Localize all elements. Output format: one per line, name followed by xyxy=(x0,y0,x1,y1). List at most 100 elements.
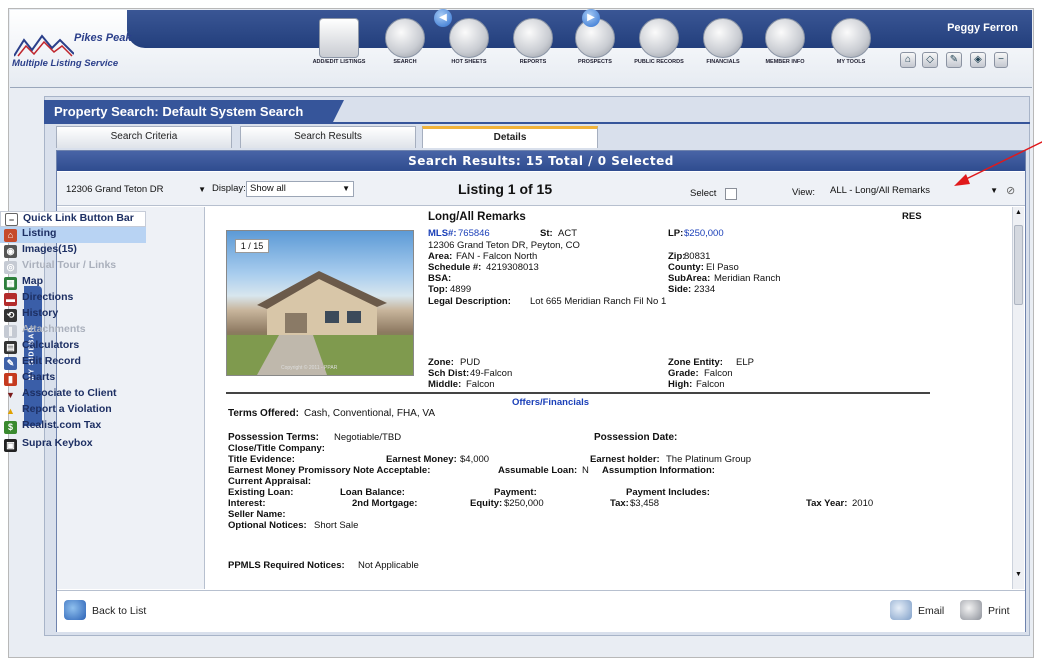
address-select[interactable]: 12306 Grand Teton DR ▼ xyxy=(62,182,210,198)
zip-value: 80831 xyxy=(684,251,711,262)
listing-counter: Listing 1 of 15 xyxy=(458,181,553,197)
detail-scrollbar[interactable]: ▲ ▼ xyxy=(1012,207,1024,589)
display-select[interactable]: Show all ▼ xyxy=(246,181,354,197)
area-label: Area: xyxy=(428,251,453,262)
schedule-value: 4219308013 xyxy=(486,262,539,273)
lp-value: $250,000 xyxy=(684,228,724,239)
terms-label: Terms Offered: xyxy=(228,408,299,419)
email-button[interactable]: Email xyxy=(890,600,944,620)
menu-realist-tax[interactable]: $ Realist.com Tax xyxy=(4,419,101,435)
menu-report-violation[interactable]: ▲ Report a Violation xyxy=(4,403,112,419)
pikes-peak-logo[interactable]: Pikes Peak Multiple Listing Service xyxy=(12,28,162,80)
chart-icon: ▮ xyxy=(4,373,17,386)
back-to-list-button[interactable]: Back to List xyxy=(64,600,146,620)
tax-value: $3,458 xyxy=(630,498,660,509)
home-icon[interactable]: ⌂ xyxy=(900,52,916,68)
tax-label: Tax: xyxy=(610,498,629,509)
zip-label: Zip: xyxy=(668,251,686,262)
earnest-money-value: $4,000 xyxy=(460,454,490,465)
title-evidence-label: Title Evidence: xyxy=(228,454,295,465)
scroll-up-icon[interactable]: ▲ xyxy=(1015,209,1022,216)
minimize-icon[interactable]: − xyxy=(994,52,1008,68)
car-icon: ▬ xyxy=(4,293,17,306)
results-header: Search Results: 15 Total / 0 Selected xyxy=(57,151,1025,171)
middle-label: Middle: xyxy=(428,379,462,390)
bsa-label: BSA: xyxy=(428,273,452,284)
menu-quick-link-button-bar[interactable]: − Quick Link Button Bar xyxy=(0,211,146,227)
print-button[interactable]: Print xyxy=(960,600,1010,620)
grade-value: Falcon xyxy=(704,368,733,379)
current-appraisal-label: Current Appraisal: xyxy=(228,476,312,487)
legal-value: Lot 665 Meridian Ranch Fil No 1 xyxy=(530,296,667,307)
mls-number[interactable]: 765846 xyxy=(458,228,490,239)
property-type: RES xyxy=(902,211,922,222)
subarea-value: Meridian Ranch xyxy=(714,273,781,284)
status-label: St: xyxy=(540,228,553,239)
zone-label: Zone: xyxy=(428,357,454,368)
scroll-down-icon[interactable]: ▼ xyxy=(1015,571,1022,578)
menu-attachments: ∥ Attachments xyxy=(4,323,86,339)
high-value: Falcon xyxy=(696,379,725,390)
tab-details[interactable]: Details xyxy=(422,126,598,148)
tool-search[interactable]: SEARCH xyxy=(372,18,438,65)
menu-map[interactable]: ▦ Map xyxy=(4,275,43,291)
camera-icon: ◉ xyxy=(4,245,17,258)
minus-icon: − xyxy=(5,213,18,226)
area-value: FAN - Falcon North xyxy=(456,251,538,262)
tool-my-tools[interactable]: MY TOOLS xyxy=(818,18,884,65)
zone-entity-label: Zone Entity: xyxy=(668,357,723,368)
chevron-down-icon: ▼ xyxy=(342,184,350,193)
earnest-money-label: Earnest Money: xyxy=(386,454,457,465)
tool-public-records[interactable]: PUBLIC RECORDS xyxy=(626,18,692,65)
listing-photo[interactable]: 1 / 15 Copyright © 2011 - PPAR xyxy=(226,230,414,376)
zone-entity-value: ELP xyxy=(736,357,754,368)
offers-financials-link[interactable]: Offers/Financials xyxy=(512,397,589,408)
scroll-thumb[interactable] xyxy=(1014,225,1023,305)
tab-search-results[interactable]: Search Results xyxy=(240,126,416,148)
optional-notices-label: Optional Notices: xyxy=(228,520,307,531)
menu-listing[interactable]: ⌂ Listing xyxy=(0,227,146,243)
menu-images[interactable]: ◉ Images(15) xyxy=(4,243,77,259)
tab-search-criteria[interactable]: Search Criteria xyxy=(56,126,232,148)
status-value: ACT xyxy=(558,228,577,239)
view-label: View: xyxy=(792,187,816,198)
next-listing-button[interactable]: ▶ xyxy=(582,9,600,27)
printer-icon xyxy=(960,600,982,620)
top-label: Top: xyxy=(428,284,448,295)
schedule-label: Schedule #: xyxy=(428,262,482,273)
menu-associate-to-client[interactable]: ▼ Associate to Client xyxy=(4,387,117,403)
select-checkbox[interactable] xyxy=(725,188,737,200)
hotsheet-icon xyxy=(449,18,489,58)
menu-calculators[interactable]: ▤ Calculators xyxy=(4,339,79,355)
schdist-value: 49-Falcon xyxy=(470,368,513,379)
menu-supra-keybox[interactable]: ▣ Supra Keybox xyxy=(4,437,93,453)
tool-reports[interactable]: REPORTS xyxy=(500,18,566,65)
prev-listing-button[interactable]: ◀ xyxy=(434,9,452,27)
tag-icon[interactable]: ◇ xyxy=(922,52,938,68)
menu-directions[interactable]: ▬ Directions xyxy=(4,291,73,307)
favorite-icon[interactable]: ✎ xyxy=(946,52,962,68)
tool-financials[interactable]: FINANCIALS xyxy=(690,18,756,65)
display-label: Display: xyxy=(212,183,246,194)
side-label: Side: xyxy=(668,284,692,295)
user-name[interactable]: Peggy Ferron xyxy=(947,22,1018,34)
bookmark-icon[interactable]: ◈ xyxy=(970,52,986,68)
photo-caption: Copyright © 2011 - PPAR xyxy=(281,365,338,371)
zone-value: PUD xyxy=(460,357,481,368)
funnel-icon: ▼ xyxy=(6,390,15,400)
house-report-icon xyxy=(513,18,553,58)
assumable-value: N xyxy=(582,465,589,476)
legal-label: Legal Description: xyxy=(428,296,511,307)
existing-loan-label: Existing Loan: xyxy=(228,487,294,498)
menu-edit-record[interactable]: ✎ Edit Record xyxy=(4,355,81,371)
tool-member-info[interactable]: MEMBER INFO xyxy=(752,18,818,65)
menu-history[interactable]: ⟲ History xyxy=(4,307,58,323)
tools-icon xyxy=(831,18,871,58)
tool-add-edit-listings[interactable]: ADD/EDIT LISTINGS xyxy=(306,18,372,65)
pencil-icon: ✎ xyxy=(4,357,17,370)
menu-charts[interactable]: ▮ Charts xyxy=(4,371,55,387)
county-label: County: xyxy=(668,262,704,273)
assumption-info-label: Assumption Information: xyxy=(602,465,715,476)
schdist-label: Sch Dist: xyxy=(428,368,470,379)
page-title: Property Search: Default System Search xyxy=(44,100,344,124)
